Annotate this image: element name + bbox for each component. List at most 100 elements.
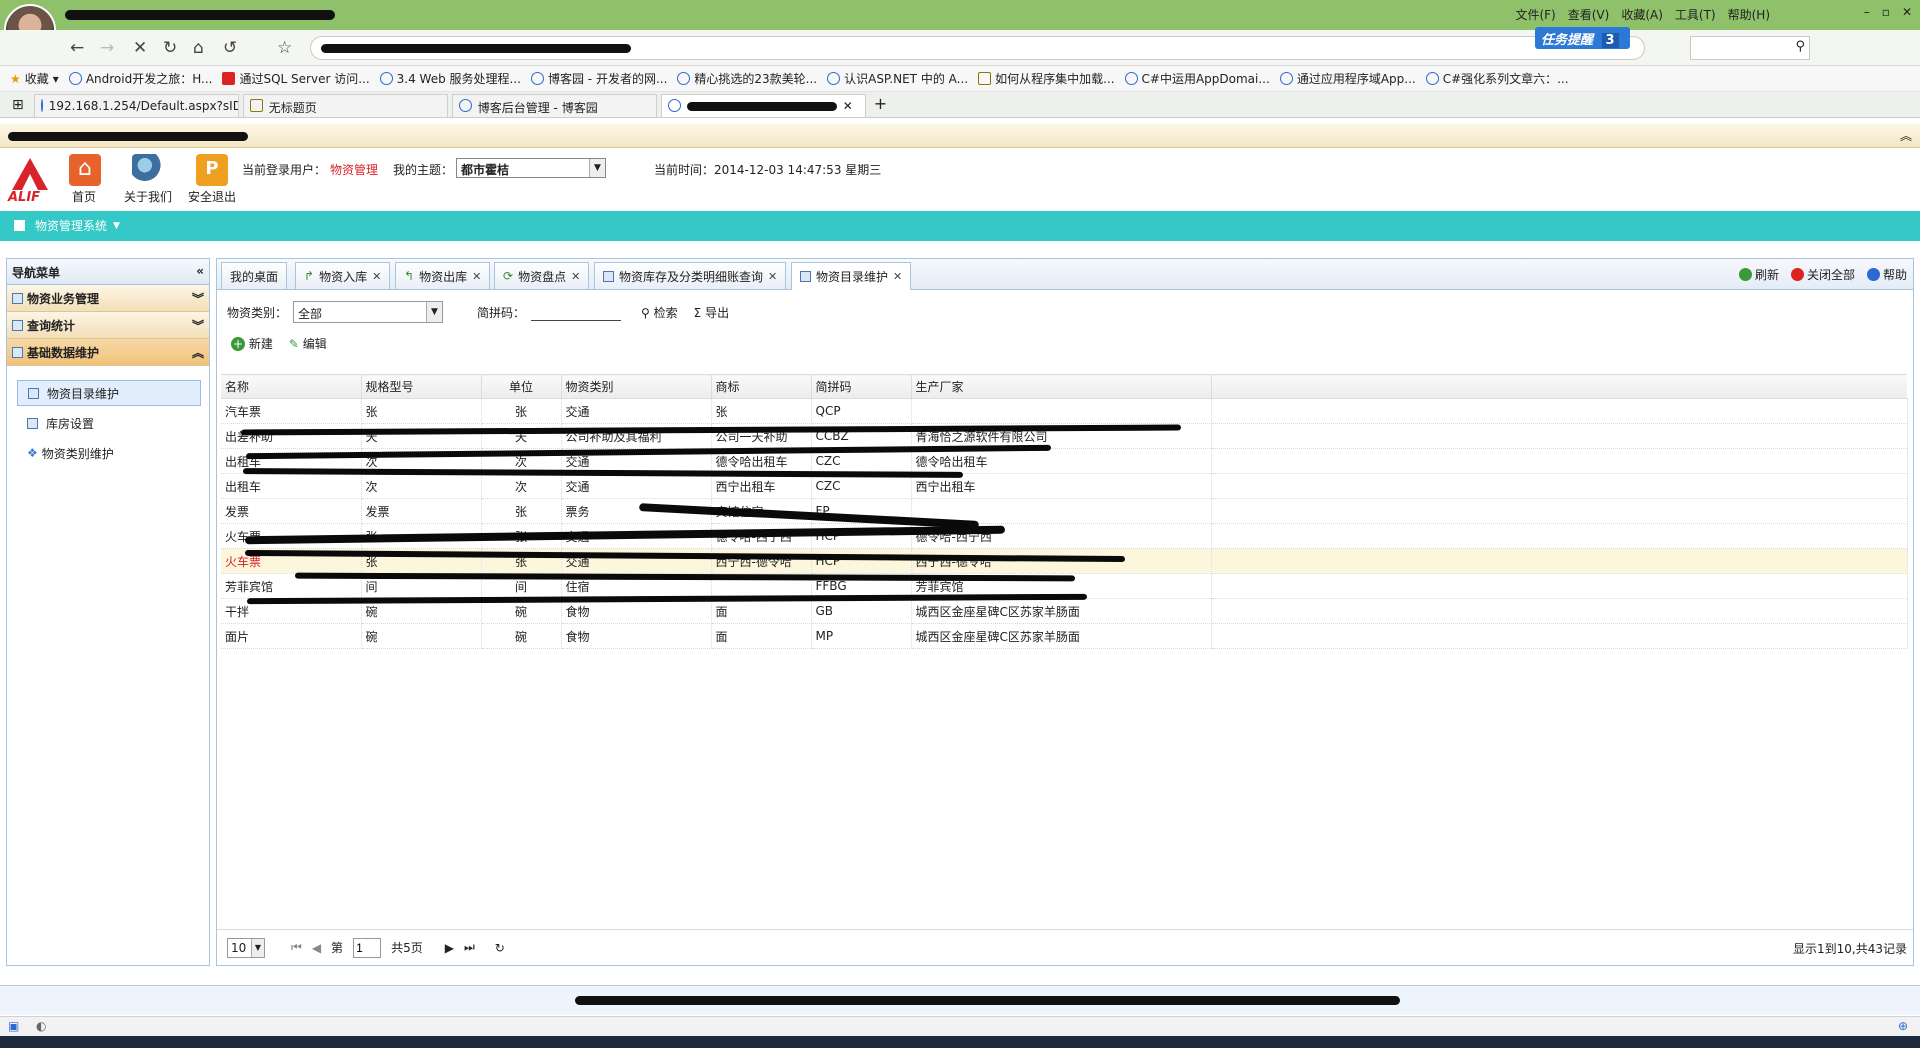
theme-select[interactable]: 都市霍桔 ▼ xyxy=(456,158,606,178)
chevron-down-icon[interactable]: ▼ xyxy=(426,302,443,322)
bookmark-item[interactable]: 通过SQL Server 访问... xyxy=(222,70,370,87)
bookmark-item[interactable]: Android开发之旅：H... xyxy=(68,70,212,87)
zoom-icon[interactable]: ⊕ xyxy=(1898,1019,1908,1033)
bookmark-item[interactable]: C#强化系列文章六：... xyxy=(1425,70,1569,87)
prev-page-icon[interactable]: ◀ xyxy=(312,941,321,955)
bookmark-item[interactable]: 博客园 - 开发者的网... xyxy=(530,70,667,87)
menu-tools[interactable]: 工具(T) xyxy=(1675,6,1716,23)
table-row[interactable]: 出租车次次交通 西宁出租车 CZC 西宁出租车 xyxy=(221,473,1908,499)
col-name[interactable]: 名称 xyxy=(221,374,362,399)
col-pinyin[interactable]: 简拼码 xyxy=(810,374,912,399)
bookmark-item[interactable]: 精心挑选的23款美轮... xyxy=(677,70,817,87)
page-size-select[interactable]: 10 ▼ xyxy=(227,937,265,958)
col-brand[interactable]: 商标 xyxy=(710,374,812,399)
browser-search-input[interactable]: ⚲ xyxy=(1690,36,1810,60)
close-all-button[interactable]: 关闭全部 xyxy=(1790,266,1855,283)
close-icon[interactable]: ✕ xyxy=(843,99,853,113)
sidebar-group-query[interactable]: 查询统计 ︾ xyxy=(7,312,209,339)
category-select[interactable]: 全部 ▼ xyxy=(293,301,444,323)
browser-tab[interactable]: 无标题页 xyxy=(242,94,448,117)
tab-stock-out[interactable]: ↰ 物资出库 ✕ xyxy=(395,262,491,289)
sidebar-item-warehouse[interactable]: 库房设置 xyxy=(17,410,201,436)
minimize-icon[interactable]: – xyxy=(1864,5,1870,19)
tab-inventory[interactable]: ⟳ 物资盘点 ✕ xyxy=(494,262,590,289)
tab-catalog[interactable]: 物资目录维护 ✕ xyxy=(791,262,912,290)
system-menu[interactable]: 物资管理系统 ▼ xyxy=(14,217,120,234)
sidebar-group-basedata[interactable]: 基础数据维护 ︽ xyxy=(7,339,209,366)
bookmark-item[interactable]: 3.4 Web 服务处理程... xyxy=(379,70,521,87)
refresh-icon[interactable]: ↻ xyxy=(163,38,177,58)
table-row[interactable]: 汽车票张张交通张 QCP xyxy=(221,398,1908,424)
refresh-button[interactable]: 刷新 xyxy=(1738,266,1779,283)
export-button[interactable]: Σ 导出 xyxy=(694,304,729,321)
table-row[interactable]: 发票发票张票务宾馆住宿FP xyxy=(221,498,1908,524)
back-icon[interactable]: ← xyxy=(70,38,84,58)
close-icon[interactable]: ✕ xyxy=(1902,5,1912,19)
logout-icon[interactable]: P xyxy=(196,154,228,186)
page-input[interactable] xyxy=(353,937,382,958)
tab-stock-in[interactable]: ↱ 物资入库 ✕ xyxy=(295,262,391,289)
reload-icon[interactable]: ↻ xyxy=(495,941,505,955)
nav-about[interactable]: 关于我们 xyxy=(124,188,172,205)
menu-view[interactable]: 查看(V) xyxy=(1568,6,1610,23)
chevron-down-icon[interactable]: ▼ xyxy=(589,159,605,177)
close-icon[interactable]: ✕ xyxy=(893,270,902,283)
col-category[interactable]: 物资类别 xyxy=(560,374,712,399)
new-tab-icon[interactable]: + xyxy=(874,94,887,113)
next-page-icon[interactable]: ▶ xyxy=(445,941,454,955)
sidebar-group-business[interactable]: 物资业务管理 ︾ xyxy=(7,285,209,312)
collapse-icon[interactable]: ︽ xyxy=(1900,127,1912,144)
home-icon[interactable]: ⌂ xyxy=(69,154,101,186)
bookmark-favorites[interactable]: ★ 收藏 ▾ xyxy=(10,70,59,87)
status-icon[interactable]: ▣ xyxy=(8,1019,19,1033)
bookmark-item[interactable]: C#中运用AppDomai... xyxy=(1124,70,1270,87)
chevron-down-icon[interactable]: ▼ xyxy=(250,938,264,957)
table-row[interactable]: 面片碗碗食物面 MP 城西区金座星碑C区苏家羊肠面 xyxy=(221,623,1908,649)
nav-home[interactable]: 首页 xyxy=(72,188,96,205)
undo-icon[interactable]: ↺ xyxy=(223,38,237,58)
users-icon[interactable] xyxy=(132,154,164,186)
search-icon[interactable]: ⚲ xyxy=(1795,39,1805,54)
new-button[interactable]: + 新建 xyxy=(231,335,273,352)
close-icon[interactable]: ✕ xyxy=(571,270,580,283)
home-icon[interactable]: ⌂ xyxy=(193,38,204,58)
browser-tab-active[interactable]: ✕ xyxy=(660,94,866,117)
sidebar-item-catalog[interactable]: 物资目录维护 xyxy=(17,380,201,406)
star-icon[interactable]: ☆ xyxy=(277,38,292,58)
col-spec[interactable]: 规格型号 xyxy=(360,374,482,399)
edit-button[interactable]: ✎ 编辑 xyxy=(289,335,327,352)
nav-logout[interactable]: 安全退出 xyxy=(188,188,236,205)
sidebar-item-category[interactable]: ❖ 物资类别维护 xyxy=(17,440,201,466)
collapse-left-icon[interactable]: « xyxy=(196,264,204,279)
stop-icon[interactable]: ✕ xyxy=(133,38,147,58)
menu-help[interactable]: 帮助(H) xyxy=(1728,6,1770,23)
bookmark-item[interactable]: 通过应用程序域App... xyxy=(1279,70,1416,87)
menu-favorites[interactable]: 收藏(A) xyxy=(1621,6,1663,23)
chevron-down-icon: ▼ xyxy=(113,220,120,231)
speaker-icon[interactable]: ◐ xyxy=(36,1019,46,1033)
address-bar[interactable] xyxy=(310,36,1645,60)
forward-icon[interactable]: → xyxy=(100,38,114,58)
close-icon[interactable]: ✕ xyxy=(372,270,381,283)
task-remind-badge[interactable]: 任务提醒 3 xyxy=(1535,27,1630,49)
search-button[interactable]: ⚲ 检索 xyxy=(641,304,678,321)
pinyin-input[interactable] xyxy=(531,303,622,321)
menu-file[interactable]: 文件(F) xyxy=(1515,6,1555,23)
tab-desktop[interactable]: 我的桌面 xyxy=(221,262,288,289)
close-icon[interactable]: ✕ xyxy=(472,270,481,283)
theme-label: 我的主题： xyxy=(393,163,454,177)
col-unit[interactable]: 单位 xyxy=(480,374,562,399)
tab-stock-query[interactable]: 物资库存及分类明细账查询 ✕ xyxy=(594,262,787,289)
bookmark-item[interactable]: 认识ASP.NET 中的 A... xyxy=(827,70,968,87)
close-icon[interactable]: ✕ xyxy=(768,270,777,283)
browser-tab[interactable]: 博客后台管理 - 博客园 xyxy=(451,94,657,117)
last-page-icon[interactable]: ⏭ xyxy=(464,940,475,955)
grid-icon[interactable]: ⊞ xyxy=(12,97,24,113)
table-cell: QCP xyxy=(811,398,912,424)
first-page-icon[interactable]: ⏮ xyxy=(291,940,302,955)
bookmark-item[interactable]: 如何从程序集中加载... xyxy=(978,70,1115,87)
maximize-icon[interactable]: ▫ xyxy=(1882,5,1890,19)
help-button[interactable]: 帮助 xyxy=(1866,266,1907,283)
browser-tab[interactable]: 192.168.1.254/Default.aspx?sID= xyxy=(33,94,239,117)
col-maker[interactable]: 生产厂家 xyxy=(910,374,1212,399)
